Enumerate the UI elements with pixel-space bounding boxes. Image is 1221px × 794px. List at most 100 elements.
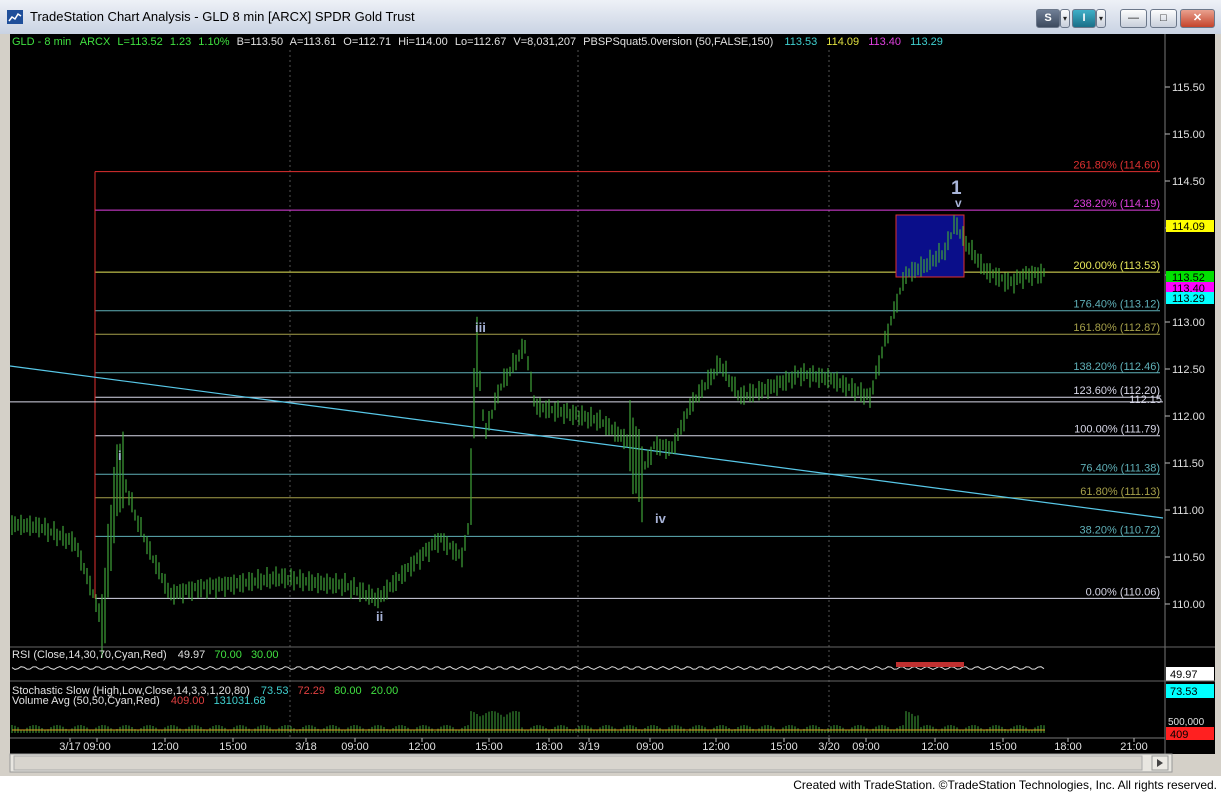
time-tick-label: 3/19: [578, 741, 599, 753]
time-tick-label: 09:00: [636, 741, 664, 753]
price-tick-label: 110.50: [1172, 552, 1205, 564]
maximize-button[interactable]: □: [1150, 9, 1177, 28]
fib-label-1: 238.20% (114.19): [1073, 198, 1160, 210]
wave-label-i: i: [118, 448, 122, 463]
strategy-s-button[interactable]: S: [1036, 9, 1060, 28]
indicator-i-button[interactable]: I: [1072, 9, 1096, 28]
fib-label-2: 200.00% (113.53): [1073, 260, 1160, 272]
close-icon: ✕: [1192, 12, 1203, 24]
i-label: I: [1082, 12, 1086, 24]
minimize-button[interactable]: —: [1120, 9, 1147, 28]
footer-credit: Created with TradeStation. ©TradeStation…: [793, 778, 1217, 792]
volume-avg: 131031.68: [214, 695, 266, 707]
price-tick-label: 114.50: [1172, 176, 1205, 188]
time-tick-label: 15:00: [989, 741, 1017, 753]
price-axis-background: [1165, 34, 1215, 754]
stoch-d: 72.29: [298, 685, 326, 697]
price-tick-label: 111.50: [1172, 458, 1204, 470]
fib-label-11: 0.00% (110.06): [1086, 586, 1160, 598]
status-ask: A=113.61: [290, 36, 337, 48]
fib-label-4: 161.80% (112.87): [1073, 322, 1160, 334]
wave-label-iv: iv: [655, 511, 667, 526]
time-tick-label: 15:00: [219, 741, 247, 753]
fib-label-5: 138.20% (112.46): [1073, 361, 1160, 373]
stoch-upper: 80.00: [334, 685, 362, 697]
s-label: S: [1044, 12, 1052, 24]
price-tick-label: 113.00: [1172, 317, 1205, 329]
volume-legend: Volume Avg (50,50,Cyan,Red) 409.00 13103…: [12, 695, 266, 707]
status-v1: 113.53: [784, 36, 817, 48]
price-tick-label: 112.00: [1172, 411, 1205, 423]
stoch-axis-value: 73.53: [1170, 686, 1198, 698]
wave-label-ii: ii: [376, 609, 383, 624]
stoch-lower: 20.00: [371, 685, 399, 697]
status-volume: V=8,031,207: [513, 36, 576, 48]
scrollbar-thumb[interactable]: [13, 755, 1143, 771]
time-tick-label: 3/18: [295, 741, 316, 753]
status-change: 1.23: [170, 36, 191, 48]
rsi-legend: RSI (Close,14,30,70,Cyan,Red) 49.97 70.0…: [12, 649, 278, 661]
time-tick-label: 15:00: [475, 741, 503, 753]
price-tick-label: 115.00: [1172, 129, 1205, 141]
strategy-dropdown-button[interactable]: ▾: [1060, 9, 1070, 28]
footer: Created with TradeStation. ©TradeStation…: [0, 776, 1221, 794]
status-symbol: GLD - 8 min: [12, 36, 71, 48]
time-tick-label: 21:00: [1120, 741, 1148, 753]
volume-label: Volume Avg (50,50,Cyan,Red): [12, 695, 160, 707]
chevron-down-icon: ▾: [1062, 14, 1067, 23]
volume-axis-tick: 500,000: [1168, 717, 1205, 728]
maximize-icon: □: [1160, 12, 1167, 24]
wave-label-v: v: [955, 196, 962, 210]
status-v3: 113.40: [868, 36, 901, 48]
close-button[interactable]: ✕: [1180, 9, 1215, 28]
status-high: Hi=114.00: [398, 36, 448, 48]
app-chart-icon: [7, 10, 23, 24]
svg-text:GLD - 8 min ARCX L: GLD - 8 min ARCX L=113.52 1.23 1.10% B=1…: [12, 36, 943, 48]
fib-label-8: 76.40% (111.38): [1080, 462, 1160, 474]
time-tick-label: 09:00: [341, 741, 369, 753]
status-v2: 114.09: [826, 36, 859, 48]
time-tick-label: 3/20: [818, 741, 839, 753]
volume-axis-value: 409: [1170, 729, 1188, 741]
time-tick-label: 12:00: [408, 741, 436, 753]
fib-label-0: 261.80% (114.60): [1073, 160, 1160, 172]
status-v4: 113.29: [910, 36, 943, 48]
support-line-label: 112.15: [1129, 394, 1162, 406]
title-bar: TradeStation Chart Analysis - GLD 8 min …: [0, 0, 1221, 35]
status-change-pct: 1.10%: [198, 36, 229, 48]
rsi-value: 49.97: [178, 649, 206, 661]
status-last: L=113.52: [117, 36, 162, 48]
minimize-icon: —: [1128, 12, 1139, 24]
price-tick-label: 111.00: [1172, 505, 1204, 517]
time-tick-label: 09:00: [83, 741, 111, 753]
fib-label-7: 100.00% (111.79): [1074, 424, 1160, 436]
time-tick-label: 15:00: [770, 741, 798, 753]
rsi-label: RSI (Close,14,30,70,Cyan,Red): [12, 649, 167, 661]
fib-label-9: 61.80% (111.13): [1080, 486, 1160, 498]
rsi-axis-value: 49.97: [1170, 669, 1198, 681]
price-tick-label: 115.50: [1172, 82, 1205, 94]
status-open: O=112.71: [343, 36, 391, 48]
fib-label-3: 176.40% (113.12): [1073, 299, 1160, 311]
rsi-oversold: 30.00: [251, 649, 279, 661]
time-tick-label: 3/17: [59, 741, 80, 753]
status-low: Lo=112.67: [455, 36, 507, 48]
wave-label-iii: iii: [475, 320, 486, 335]
time-tick-label: 18:00: [535, 741, 563, 753]
status-line: GLD - 8 min ARCX L=113.52 1.23 1.10% B=1…: [12, 36, 943, 48]
indicator-dropdown-button[interactable]: ▾: [1096, 9, 1106, 28]
price-marker-label: 114.09: [1172, 221, 1205, 233]
chevron-down-icon: ▾: [1098, 14, 1103, 23]
price-tick-label: 110.00: [1172, 599, 1205, 611]
volume-value: 409.00: [171, 695, 205, 707]
chart-area[interactable]: 261.80% (114.60) 238.20% (114.19) 200.00% …: [0, 34, 1221, 774]
time-tick-label: 18:00: [1054, 741, 1082, 753]
status-exchange: ARCX: [80, 36, 111, 48]
price-marker-label: 113.29: [1172, 293, 1205, 305]
status-bid: B=113.50: [237, 36, 284, 48]
status-indicator: PBSPSquat5.0version (50,FALSE,150): [583, 36, 773, 48]
plot-background: [10, 34, 1165, 754]
window-title: TradeStation Chart Analysis - GLD 8 min …: [30, 9, 415, 24]
time-tick-label: 09:00: [852, 741, 880, 753]
rsi-overbought-zone: [896, 662, 964, 667]
